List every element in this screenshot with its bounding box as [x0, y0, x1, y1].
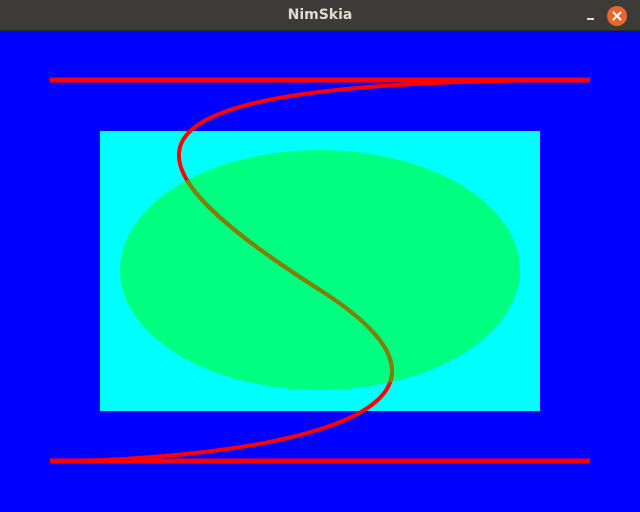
drawing-canvas — [0, 31, 640, 512]
close-icon — [612, 11, 622, 21]
title-bar[interactable]: NimSkia — [0, 0, 640, 31]
green-ellipse — [120, 150, 520, 390]
minimize-button[interactable] — [582, 6, 600, 24]
close-button[interactable] — [607, 6, 627, 26]
app-window: NimSkia — [0, 0, 640, 512]
window-title: NimSkia — [287, 7, 353, 23]
